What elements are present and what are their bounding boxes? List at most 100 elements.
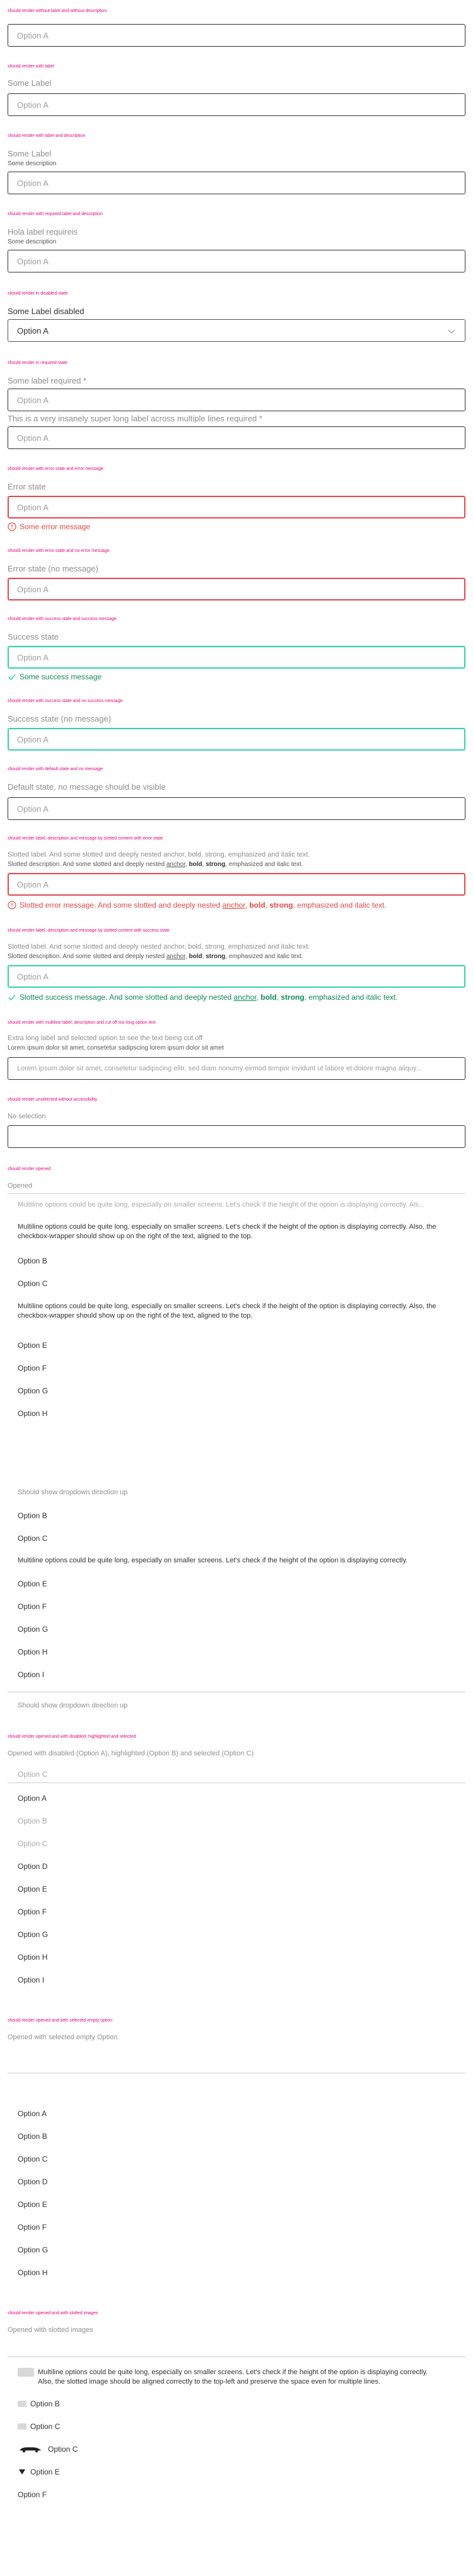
listbox-option[interactable]: Option D	[18, 1862, 47, 1871]
selected-value[interactable]: Option C	[18, 1770, 47, 1779]
listbox-option[interactable]: Option G	[18, 2245, 48, 2254]
selected-value: Option A	[17, 433, 49, 443]
test-title: should render with error state and no er…	[8, 549, 110, 553]
inline-link[interactable]: anchor	[166, 861, 185, 868]
select-field-success[interactable]: Option A	[8, 728, 465, 751]
selected-value: Option A	[17, 100, 49, 110]
field-description: Some description	[8, 238, 57, 245]
test-title: should render in disabled state	[8, 291, 68, 296]
car-icon	[20, 2447, 41, 2453]
field-label: Success state	[8, 632, 59, 641]
listbox-option[interactable]: Option D	[18, 2177, 47, 2186]
listbox-option[interactable]: Option B	[18, 2399, 60, 2408]
test-title: should render with success state and no …	[8, 699, 123, 703]
field-label: Opened with slotted images	[8, 2326, 93, 2334]
listbox-option[interactable]: Multiline options could be quite long, e…	[18, 2368, 441, 2387]
listbox-option[interactable]: Multiline options could be quite long, e…	[18, 1201, 424, 1209]
field-label: Hola label requireis	[8, 227, 78, 237]
selected-value: Option A	[17, 584, 49, 594]
select-field[interactable]: Option A	[8, 24, 465, 47]
option-text: Option C	[48, 2445, 78, 2454]
error-message: Slotted error message. And some slotted …	[8, 901, 387, 910]
listbox-option[interactable]: Multiline options could be quite long, e…	[18, 1557, 407, 1564]
listbox-option[interactable]: Option E	[18, 1885, 47, 1894]
listbox-option[interactable]: Multiline options could be quite long, e…	[18, 1302, 453, 1321]
select-field[interactable]: Option A	[8, 172, 465, 194]
listbox-option-disabled: Option A	[18, 1794, 47, 1803]
select-field-error[interactable]: Option A	[8, 873, 465, 896]
listbox-option[interactable]: Option E	[18, 1579, 47, 1588]
listbox-option[interactable]: Option G	[18, 1625, 48, 1634]
listbox-option[interactable]: Option H	[18, 1953, 47, 1962]
test-title: should render opened and with disabled, …	[8, 1735, 136, 1739]
listbox-option[interactable]: Option C	[18, 2422, 60, 2431]
listbox-option[interactable]: Option E	[18, 2200, 47, 2209]
listbox-option[interactable]: Option C	[18, 2445, 78, 2454]
test-title: should render unselected without accessi…	[8, 1098, 98, 1102]
error-message: Some error message	[8, 522, 90, 531]
divider	[8, 1193, 465, 1194]
test-title: should render with default state and no …	[8, 767, 103, 771]
listbox-option[interactable]: Option H	[18, 1409, 47, 1418]
checkmark-icon	[8, 674, 16, 681]
field-label: Error state	[8, 482, 46, 491]
image-icon	[18, 2423, 26, 2430]
select-field-error[interactable]: Option A	[8, 578, 465, 600]
field-label: Some label required *	[8, 376, 87, 385]
listbox-option[interactable]: Option I	[18, 1670, 44, 1679]
select-field[interactable]: Option A	[8, 250, 465, 272]
listbox-option-highlighted[interactable]: Option B	[18, 1817, 47, 1825]
field-description: Some description	[8, 160, 57, 167]
listbox-option[interactable]: Option G	[18, 1386, 48, 1395]
listbox-option[interactable]: Option A	[18, 2109, 47, 2118]
listbox-option[interactable]: Option F	[18, 1907, 47, 1916]
test-title: should render in required state	[8, 361, 67, 365]
listbox-option-selected[interactable]: Option C	[18, 1839, 47, 1848]
listbox-option[interactable]: Multiline options could be quite long, e…	[18, 1222, 453, 1241]
select-field-error[interactable]: Option A	[8, 496, 465, 518]
selected-value: Option A	[17, 178, 49, 188]
selected-value: Option A	[17, 325, 49, 336]
error-icon	[8, 901, 16, 910]
listbox-option[interactable]: Option E	[18, 2468, 60, 2476]
select-field-success[interactable]: Option A	[8, 646, 465, 669]
listbox-option[interactable]: Option I	[18, 1976, 44, 1984]
field-label: Slotted label. And some slotted and deep…	[8, 943, 310, 951]
listbox-option[interactable]: Option E	[18, 1341, 47, 1350]
option-text: Option C	[30, 2422, 61, 2431]
listbox-option[interactable]: Option G	[18, 1930, 48, 1939]
listbox-option[interactable]: Option B	[18, 2132, 47, 2141]
listbox-option[interactable]: Option C	[18, 2155, 47, 2163]
test-title: should render opened	[8, 1167, 51, 1171]
select-field[interactable]: Lorem ipsum dolor sit amet, consetetur s…	[8, 1057, 465, 1080]
selected-value: Option A	[17, 30, 49, 40]
selected-value: Option A	[17, 502, 49, 512]
listbox-option[interactable]: Option H	[18, 1648, 47, 1656]
listbox-option[interactable]: Option F	[18, 1602, 47, 1611]
select-field-success[interactable]: Option A	[8, 965, 465, 988]
listbox-option[interactable]: Option B	[18, 1511, 47, 1520]
selected-value: Option A	[17, 879, 49, 889]
test-title: should render with multiline label, desc…	[8, 1021, 156, 1025]
test-title: should render without label and without …	[8, 9, 107, 13]
test-title: should render opened and with slotted im…	[8, 2311, 98, 2315]
listbox-option[interactable]: Option C	[18, 1534, 47, 1543]
listbox-option[interactable]: Option H	[18, 2268, 47, 2277]
field-description: Slotted description. And some slotted an…	[8, 861, 303, 868]
listbox-option[interactable]: Option F	[18, 2490, 47, 2499]
select-field[interactable]: Option A	[8, 389, 465, 411]
select-field[interactable]: Option A	[8, 426, 465, 449]
selected-value: Option A	[17, 804, 49, 814]
chevron-down-icon	[448, 329, 455, 334]
listbox-option[interactable]: Option C	[18, 1279, 47, 1288]
listbox-option[interactable]: Option B	[18, 1256, 47, 1265]
select-field[interactable]: Option A	[8, 93, 465, 116]
inline-link[interactable]: anchor	[166, 953, 185, 960]
option-text: Option F	[18, 2490, 47, 2499]
listbox-option[interactable]: Option F	[18, 2223, 47, 2232]
success-message-text: Slotted success message. And some slotte…	[20, 993, 398, 1002]
select-field[interactable]: Option A	[8, 797, 465, 820]
test-title: should render opened and with selected e…	[8, 2018, 113, 2023]
listbox-option[interactable]: Option F	[18, 1364, 47, 1373]
select-field-empty[interactable]	[8, 1125, 465, 1148]
